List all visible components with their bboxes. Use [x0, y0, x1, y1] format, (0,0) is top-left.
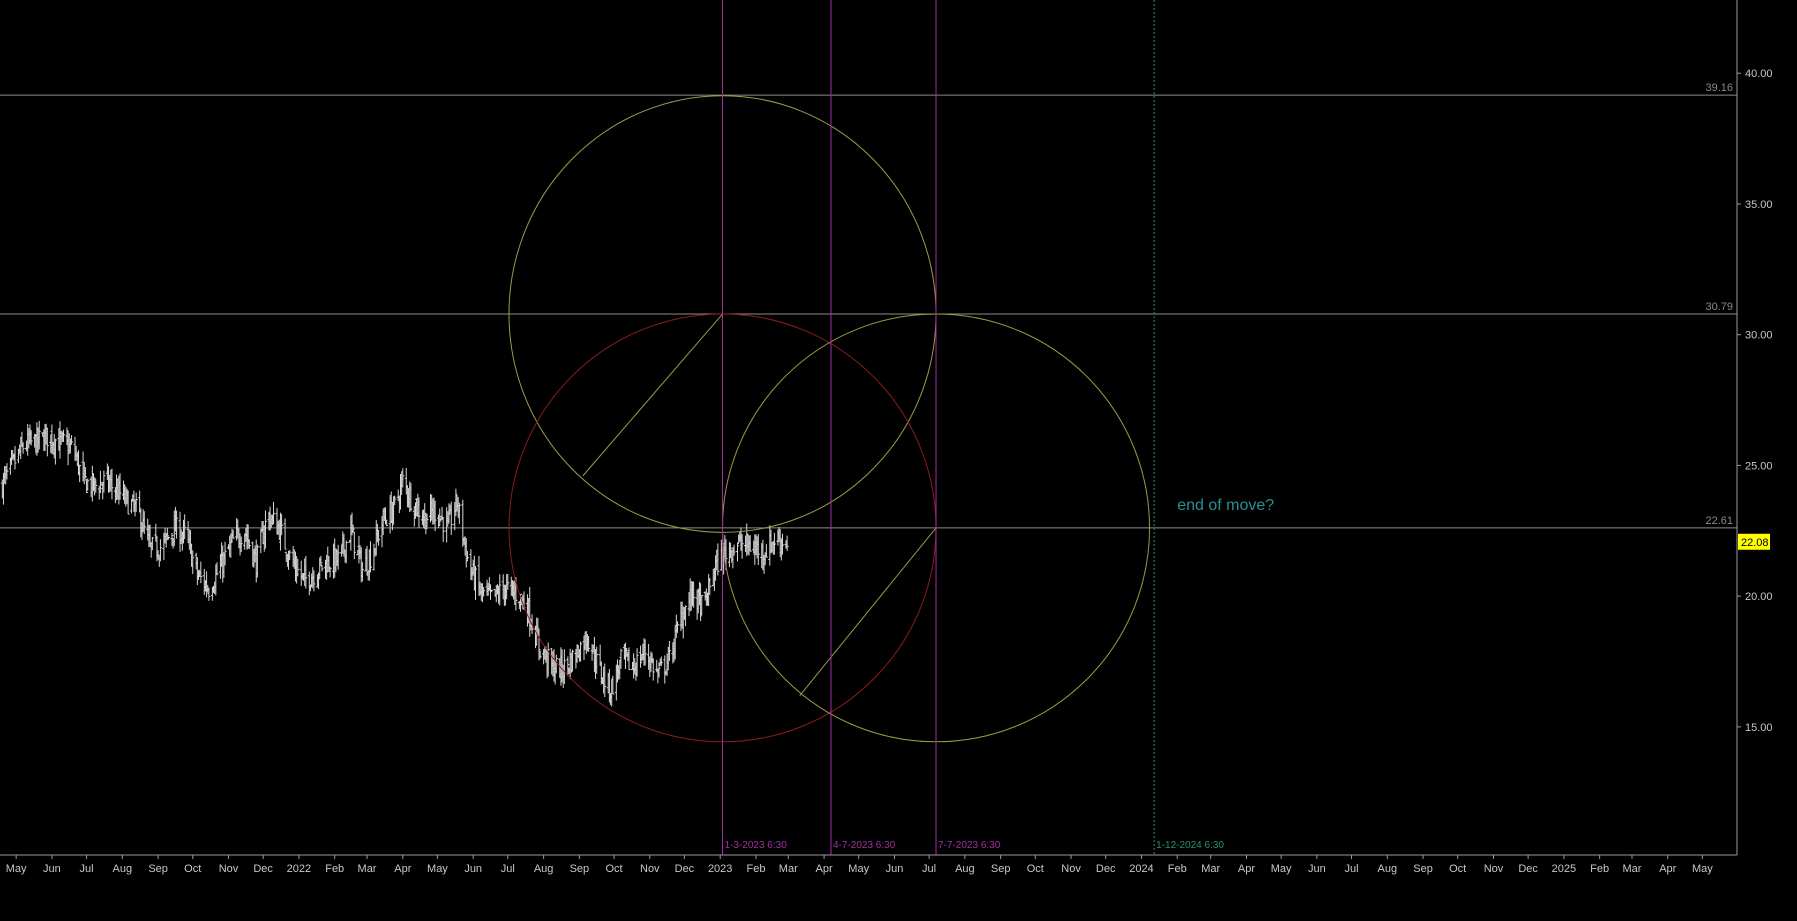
y-tick-label-5: 15.00 [1745, 722, 1773, 734]
x-tick-label-40: Sep [1413, 863, 1433, 875]
x-tick-label-24: May [848, 863, 869, 875]
x-tick-label-47: Apr [1659, 863, 1676, 875]
x-tick-label-27: Aug [955, 863, 975, 875]
y-tick-label-3: 25.00 [1745, 460, 1773, 472]
x-tick-label-42: Nov [1484, 863, 1504, 875]
x-tick-label-31: Dec [1096, 863, 1116, 875]
x-tick-label-20: 2023 [708, 863, 732, 875]
x-tick-label-22: Mar [779, 863, 798, 875]
x-tick-label-29: Oct [1027, 863, 1044, 875]
chart-canvas[interactable]: 39.16 30.79 22.61 1-3-2023 6:30 4-7-2023 6:… [0, 0, 1797, 916]
x-tick-label-15: Aug [534, 863, 554, 875]
x-tick-label-17: Oct [605, 863, 622, 875]
x-tick-label-12: May [427, 863, 448, 875]
price-bar [199, 561, 203, 584]
x-tick-label-37: Jun [1308, 863, 1326, 875]
x-tick-label-11: Apr [394, 863, 411, 875]
annotations: end of move? [1177, 497, 1274, 514]
price-bar [441, 517, 445, 542]
x-tick-label-45: Feb [1590, 863, 1609, 875]
x-tick-label-1: Jun [43, 863, 61, 875]
radius-line-0 [582, 313, 723, 477]
price-bars [0, 420, 789, 707]
price-bar [372, 543, 376, 571]
y-tick-label-4: 20.00 [1745, 591, 1773, 603]
price-bar [130, 499, 134, 514]
y-tick-label-0: 40.00 [1745, 68, 1773, 80]
x-tick-label-30: Nov [1061, 863, 1081, 875]
price-bar [736, 542, 740, 562]
x-tick-label-25: Jun [886, 863, 904, 875]
x-tick-label-43: Dec [1518, 863, 1538, 875]
x-tick-label-14: Jul [501, 863, 515, 875]
x-tick-label-33: Feb [1168, 863, 1187, 875]
x-tick-label-9: Feb [325, 863, 344, 875]
x-tick-label-46: Mar [1622, 863, 1641, 875]
radius-line-1 [799, 527, 937, 696]
price-bar [283, 518, 287, 550]
x-tick-label-16: Sep [570, 863, 590, 875]
x-tick-label-0: May [6, 863, 27, 875]
x-tick-label-18: Nov [640, 863, 660, 875]
axes: 40.00 35.00 30.00 25.00 20.00 15.00 May Jun Jul A… [0, 0, 1773, 875]
price-chart[interactable]: 39.16 30.79 22.61 1-3-2023 6:30 4-7-2023 6:… [0, 0, 1797, 916]
x-tick-label-26: Jul [922, 863, 936, 875]
vertical-marker-label-2: 7-7-2023 6:30 [938, 840, 1001, 851]
x-tick-label-35: Apr [1238, 863, 1255, 875]
x-tick-label-34: Mar [1201, 863, 1220, 875]
vertical-markers: 1-3-2023 6:30 4-7-2023 6:30 7-7-2023 6:30 1… [721, 0, 1224, 855]
vertical-marker-label-3: 1-12-2024 6:30 [1156, 840, 1224, 851]
x-tick-label-28: Sep [991, 863, 1011, 875]
x-tick-label-39: Aug [1378, 863, 1398, 875]
vertical-marker-label-0: 1-3-2023 6:30 [724, 840, 787, 851]
price-bar [352, 531, 356, 560]
y-tick-label-2: 30.00 [1745, 330, 1773, 342]
price-bar [307, 571, 311, 596]
price-bar [259, 528, 263, 554]
x-tick-label-21: Feb [746, 863, 765, 875]
x-tick-label-38: Jul [1344, 863, 1358, 875]
x-tick-label-32: 2024 [1129, 863, 1153, 875]
x-tick-label-3: Aug [113, 863, 133, 875]
circle-drawings [508, 95, 1151, 743]
x-tick-label-5: Oct [184, 863, 201, 875]
level-label-1: 30.79 [1705, 301, 1733, 313]
x-tick-label-2: Jul [80, 863, 94, 875]
x-tick-label-8: 2022 [287, 863, 311, 875]
last-price-label: 22.08 [1741, 537, 1769, 549]
vertical-marker-label-1: 4-7-2023 6:30 [833, 840, 896, 851]
x-tick-label-10: Mar [358, 863, 377, 875]
x-tick-label-6: Nov [219, 863, 239, 875]
annotation-end-of-move: end of move? [1177, 497, 1274, 514]
horizontal-levels: 39.16 30.79 22.61 [0, 82, 1737, 529]
y-tick-label-1: 35.00 [1745, 199, 1773, 211]
x-tick-label-13: Jun [464, 863, 482, 875]
x-tick-label-4: Sep [148, 863, 168, 875]
x-tick-label-23: Apr [816, 863, 833, 875]
x-tick-label-48: May [1692, 863, 1713, 875]
x-tick-label-44: 2025 [1552, 863, 1576, 875]
level-label-0: 39.16 [1705, 82, 1733, 94]
level-label-2: 22.61 [1705, 515, 1733, 527]
x-tick-label-19: Dec [675, 863, 695, 875]
x-tick-label-41: Oct [1449, 863, 1466, 875]
x-tick-label-7: Dec [253, 863, 273, 875]
x-tick-label-36: May [1271, 863, 1292, 875]
